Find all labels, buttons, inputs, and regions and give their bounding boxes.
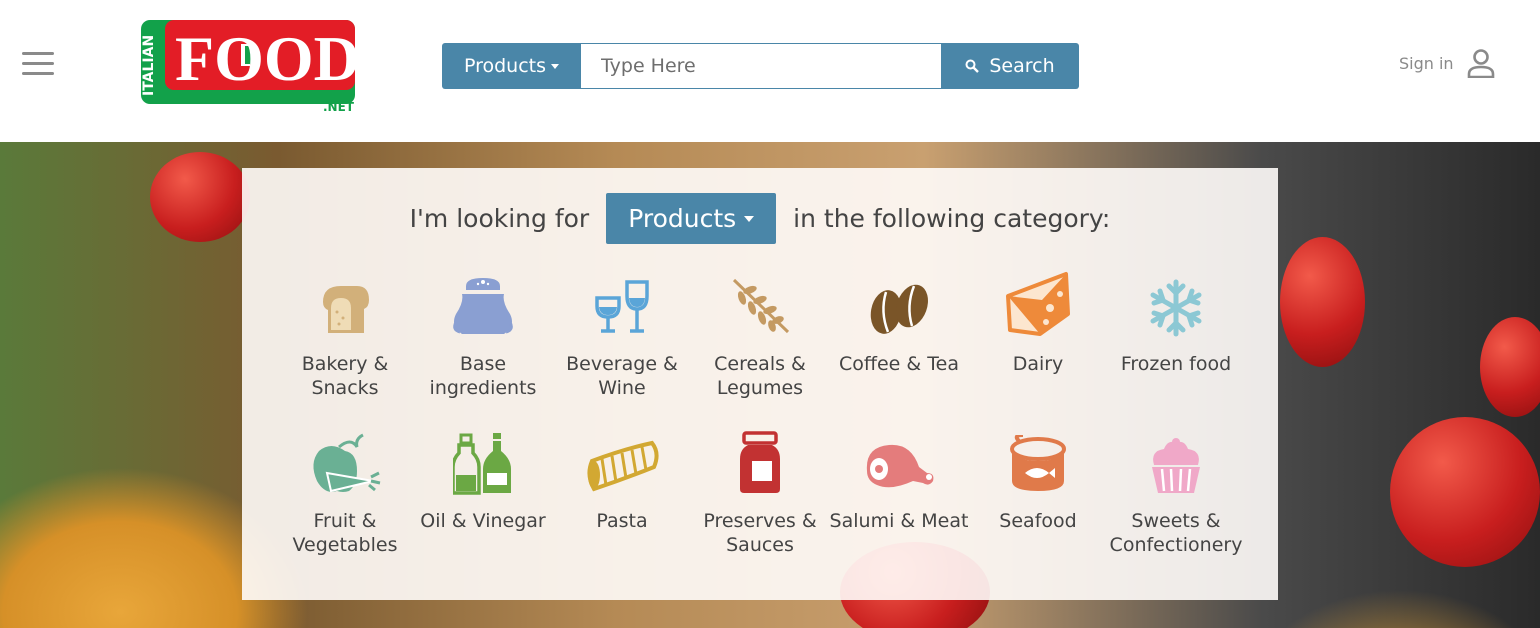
category-label: Pasta [596,510,648,532]
category-fruit-vegetables[interactable]: Fruit & Vegetables [275,425,415,557]
signin-link[interactable]: Sign in [1399,48,1496,78]
category-pasta[interactable]: Pasta [552,425,692,533]
category-panel: I'm looking for Products in the followin… [242,168,1278,600]
search-bar: Products Search [442,43,1079,89]
category-label: Fruit & Vegetables [292,510,398,556]
looking-for-suffix: in the following category: [793,204,1111,233]
category-coffee-tea[interactable]: Coffee & Tea [829,268,969,376]
wine-glasses-icon [595,280,649,333]
category-label: Salumi & Meat [829,510,969,532]
category-beverage-wine[interactable]: Beverage & Wine [552,268,692,400]
cheese-icon [1006,272,1070,336]
category-seafood[interactable]: Seafood [968,425,1108,533]
category-label: Oil & Vinegar [420,510,546,532]
category-label: Beverage & Wine [566,353,678,399]
jar-icon [740,431,780,493]
flour-sack-icon [453,278,513,334]
background-decoration [1280,237,1365,367]
category-label: Dairy [1012,353,1064,375]
coffee-beans-icon [870,284,928,334]
logo-suffix: .NET [323,100,355,112]
category-cereals-legumes[interactable]: Cereals & Legumes [690,268,830,400]
caret-down-icon [744,215,755,222]
cupcake-icon [1152,438,1200,493]
category-bakery-snacks[interactable]: Bakery & Snacks [275,268,415,400]
caret-down-icon [551,63,560,69]
category-base-ingredients[interactable]: Base ingredients [413,268,553,400]
user-icon [1467,49,1494,78]
looking-for-prefix: I'm looking for [409,204,590,233]
background-decoration [1390,417,1540,567]
category-label: Frozen food [1120,353,1232,375]
pasta-icon [587,440,659,492]
search-type-dropdown[interactable]: Products [442,43,581,89]
category-label: Sweets & Confectionery [1109,510,1243,556]
category-label: Seafood [999,510,1077,532]
category-oil-vinegar[interactable]: Oil & Vinegar [413,425,553,533]
category-sweets-confectionery[interactable]: Sweets & Confectionery [1106,425,1246,557]
signin-label: Sign in [1399,53,1454,73]
category-salumi-meat[interactable]: Salumi & Meat [829,425,969,533]
looking-for-dropdown[interactable]: Products [606,193,777,244]
category-dairy[interactable]: Dairy [968,268,1108,376]
category-frozen-food[interactable]: Frozen food [1106,268,1246,376]
site-header: ITALIAN FOOD .NET Products Search Sign i… [0,0,1540,142]
search-type-label: Products [463,55,547,77]
category-label: Coffee & Tea [839,353,959,375]
category-label: Preserves & Sauces [703,510,817,556]
category-label: Cereals & Legumes [714,353,806,399]
snowflake-icon [1150,279,1202,337]
apple-carrot-icon [313,433,381,493]
looking-for-row: I'm looking for Products in the followin… [242,193,1278,244]
background-decoration [1480,317,1540,417]
menu-icon[interactable] [22,52,54,76]
hero-banner: I'm looking for Products in the followin… [0,142,1540,628]
search-button[interactable]: Search [941,43,1079,89]
category-preserves-sauces[interactable]: Preserves & Sauces [690,425,830,557]
site-logo[interactable]: ITALIAN FOOD .NET [141,18,357,112]
bottles-icon [453,433,511,495]
logo-top-word: ITALIAN [141,35,157,96]
ham-icon [866,444,934,488]
search-icon [965,59,980,73]
category-label: Bakery & Snacks [301,353,389,399]
wheat-icon [732,278,790,334]
logo-word: FOOD [175,23,357,94]
looking-for-dropdown-label: Products [628,204,737,233]
category-label: Base ingredients [429,353,537,399]
search-button-label: Search [989,55,1055,77]
tuna-can-icon [1010,435,1066,491]
search-input[interactable] [581,43,941,89]
background-decoration [150,152,250,242]
bread-icon [323,286,369,333]
